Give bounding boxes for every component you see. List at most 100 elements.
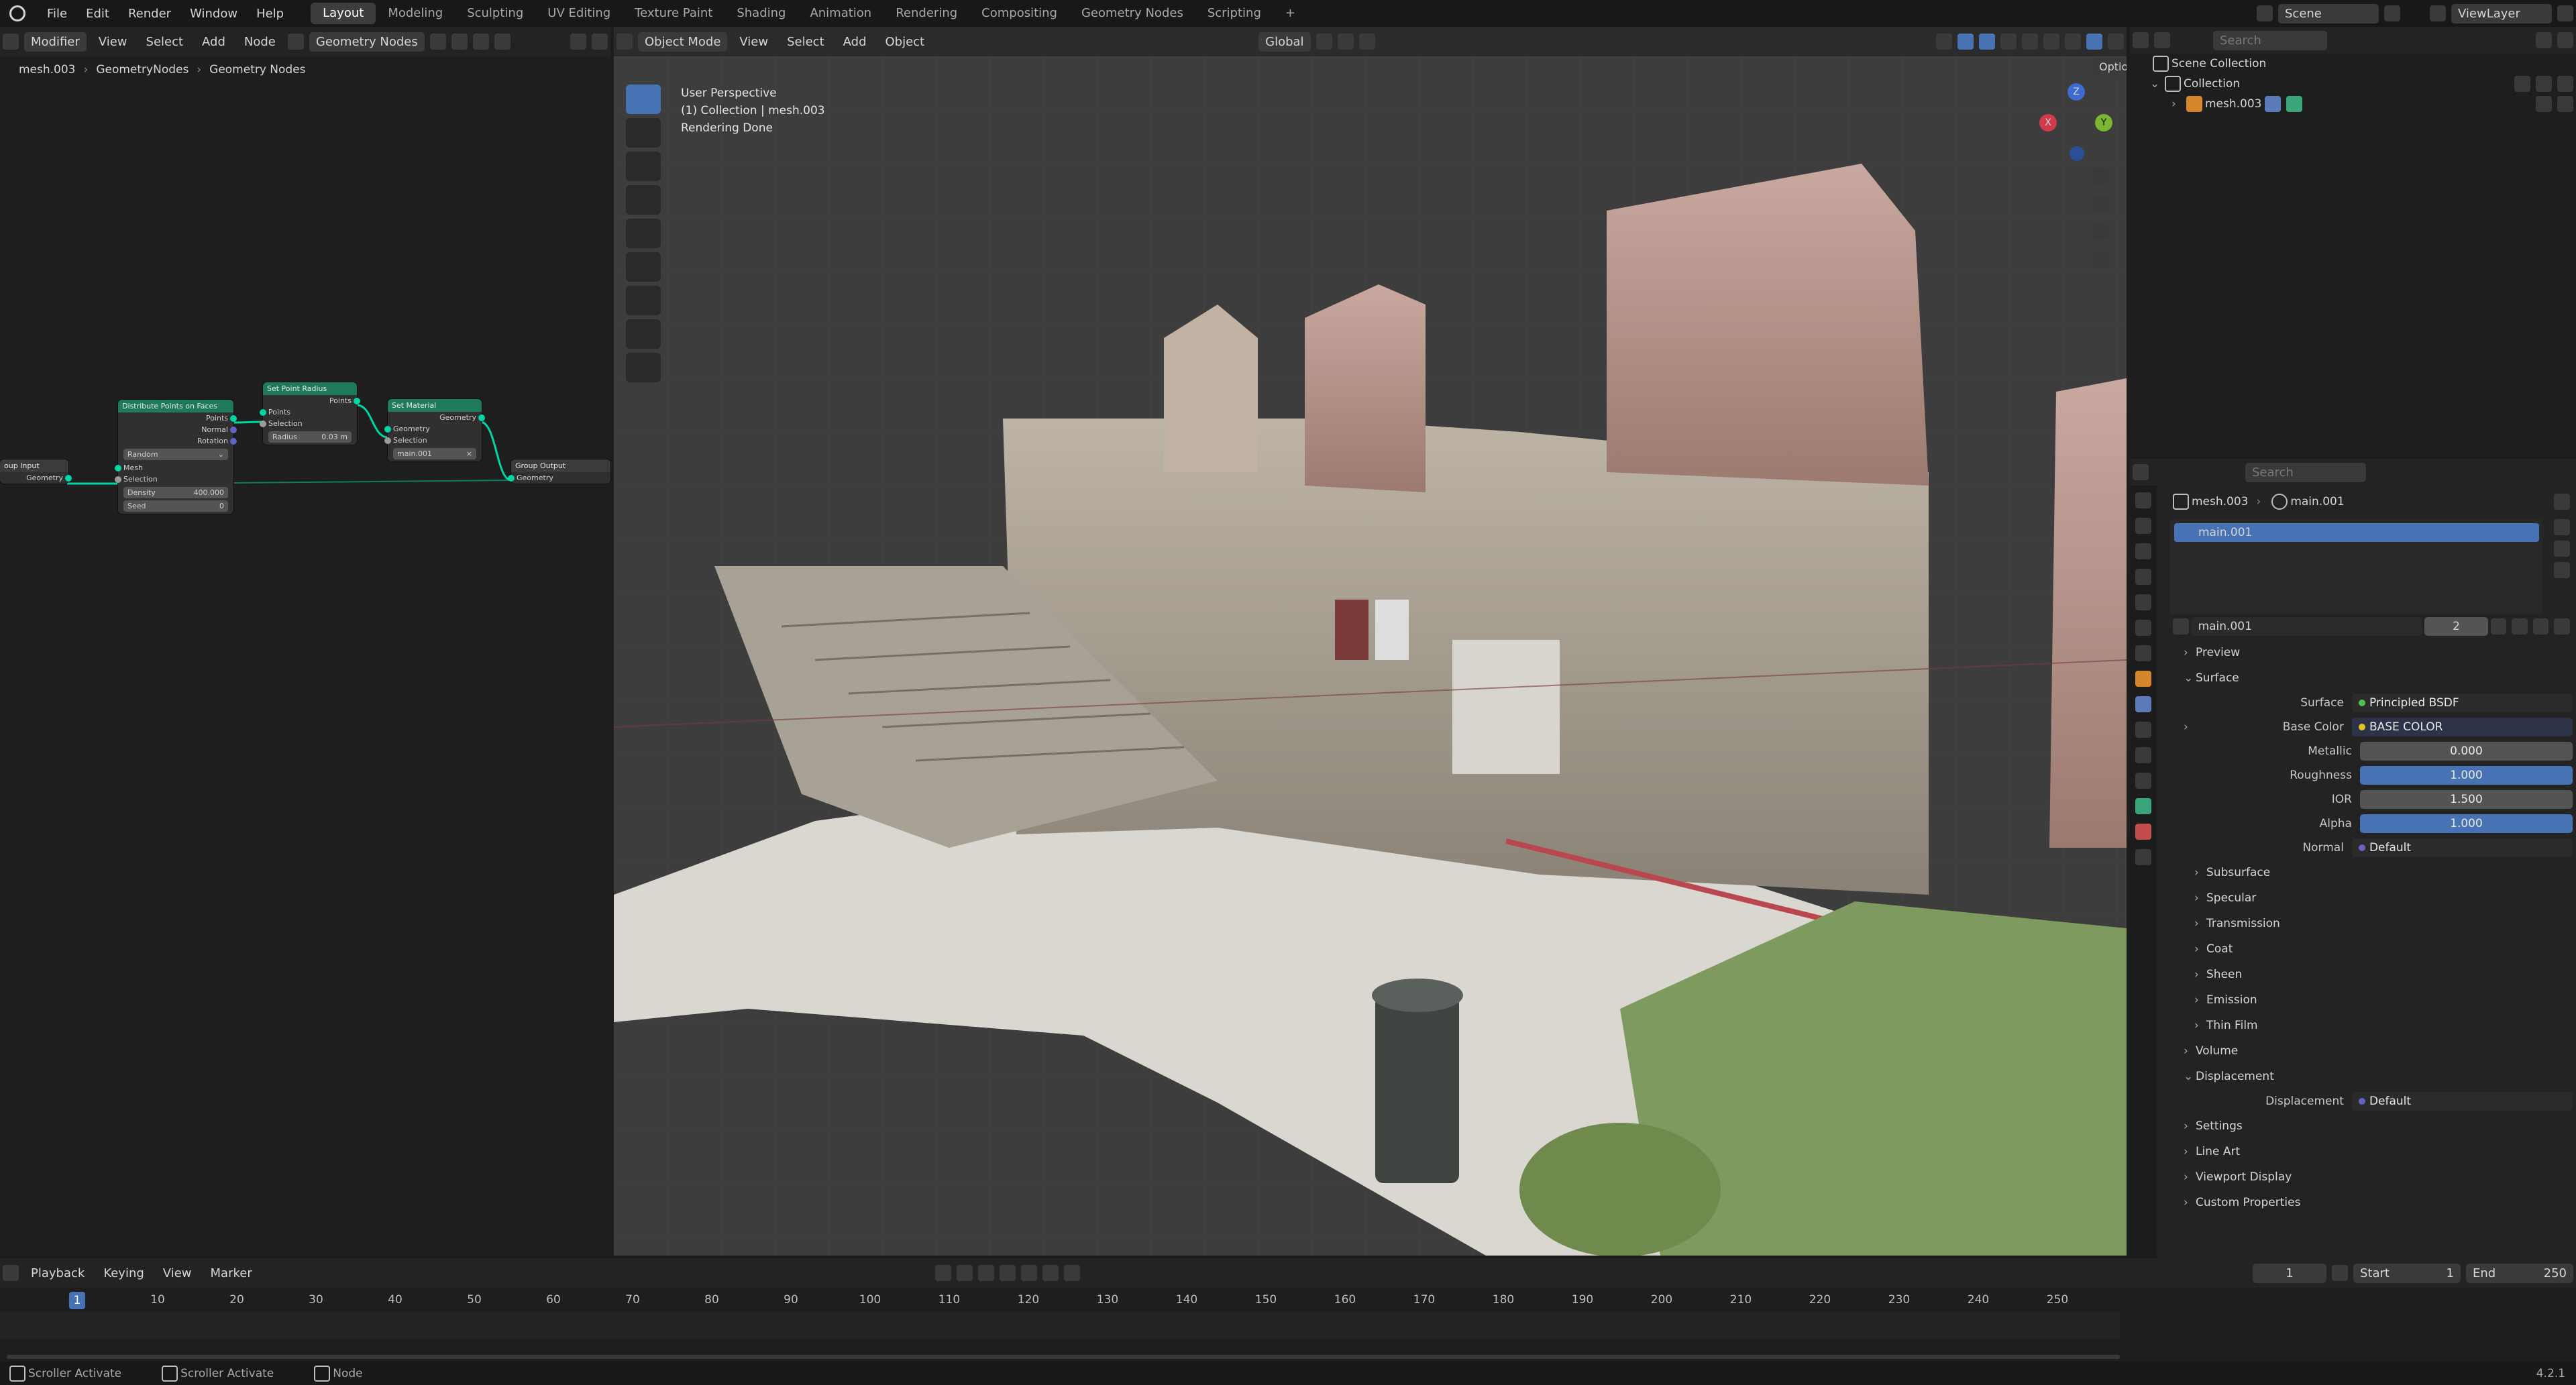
group-output-node[interactable]: Group Output Geometry [508, 459, 610, 484]
browse-material-icon[interactable] [2173, 618, 2189, 634]
frame-ruler[interactable]: 1 10 20 30 40 50 60 70 80 90 100 110 120 130 140 150 160… [0, 1290, 2130, 1311]
editor-type-icon[interactable] [2133, 464, 2149, 480]
xray-icon[interactable] [2000, 34, 2017, 50]
socket-points-out[interactable]: Points [118, 412, 237, 424]
menu-select[interactable]: Select [780, 32, 831, 52]
x-axis-icon[interactable]: X [2039, 114, 2057, 131]
surface-shader-field[interactable]: Principled BSDF [2351, 694, 2573, 712]
add-workspace-icon[interactable]: + [1273, 3, 1307, 24]
distribute-points-node[interactable]: Distribute Points on Faces Points Normal… [115, 400, 237, 514]
material-slot-list[interactable]: main.001 [2170, 519, 2543, 614]
panel-custom-properties[interactable]: › Custom Properties [2170, 1190, 2573, 1215]
panel-line-art[interactable]: › Line Art [2170, 1139, 2573, 1164]
editor-type-icon[interactable] [616, 34, 633, 50]
end-frame-field[interactable]: End 250 [2466, 1263, 2573, 1283]
panel-subsurface[interactable]: › Subsurface [2170, 860, 2573, 885]
socket-geometry-out[interactable]: Geometry [388, 412, 485, 423]
object-tab-icon[interactable] [2135, 671, 2151, 687]
constraints-tab-icon[interactable] [2135, 773, 2151, 789]
particles-tab-icon[interactable] [2135, 722, 2151, 738]
tab-uv-editing[interactable]: UV Editing [535, 3, 623, 24]
pause-render-icon[interactable] [2108, 34, 2124, 50]
overlay-toggle-icon[interactable] [1979, 34, 1995, 50]
checkbox-icon[interactable] [2514, 76, 2530, 92]
panel-sheen[interactable]: › Sheen [2170, 962, 2573, 987]
menu-playback[interactable]: Playback [24, 1264, 91, 1283]
panel-viewport-display[interactable]: › Viewport Display [2170, 1164, 2573, 1190]
group-input-node[interactable]: oup Input Geometry [0, 459, 72, 484]
new-scene-icon[interactable] [2384, 5, 2400, 21]
collection-tab-icon[interactable] [2135, 645, 2151, 661]
displacement-field[interactable]: Default [2351, 1092, 2573, 1111]
texture-tab-icon[interactable] [2135, 849, 2151, 865]
outliner-search-input[interactable]: Search [2213, 30, 2327, 50]
socket-points-out[interactable]: Points [263, 395, 360, 406]
add-cube-tool-icon[interactable] [626, 353, 661, 382]
properties-search-input[interactable]: Search [2245, 462, 2366, 482]
rendered-shading-icon[interactable] [2086, 34, 2102, 50]
tab-shading[interactable]: Shading [724, 3, 798, 24]
transform-orientation-dropdown[interactable]: Global [1258, 32, 1311, 52]
filter-icon[interactable] [2554, 618, 2570, 634]
scene-selector[interactable]: Scene [2278, 3, 2379, 23]
normal-field[interactable]: Default [2351, 838, 2573, 857]
scene-tab-icon[interactable] [2135, 594, 2151, 610]
menu-keying[interactable]: Keying [97, 1264, 150, 1283]
playhead-marker[interactable]: 1 [69, 1292, 85, 1309]
material-shading-icon[interactable] [2065, 34, 2081, 50]
menu-view[interactable]: View [733, 32, 775, 52]
density-field[interactable]: Density 400.000 [123, 487, 228, 498]
tab-modeling[interactable]: Modeling [376, 3, 455, 24]
menu-object[interactable]: Object [879, 32, 932, 52]
tab-rendering[interactable]: Rendering [883, 3, 969, 24]
panel-settings[interactable]: › Settings [2170, 1113, 2573, 1139]
set-material-node[interactable]: Set Material Geometry Geometry Selection… [384, 399, 485, 461]
snap-icon[interactable] [1337, 34, 1354, 50]
modifier-icon[interactable] [2264, 96, 2281, 112]
collection-row[interactable]: ⌄ Collection [2130, 74, 2576, 94]
3d-viewport[interactable]: Object Mode View Select Add Object Globa… [614, 27, 2127, 1256]
visibility-icon[interactable] [1936, 34, 1952, 50]
auto-key-icon[interactable] [934, 1265, 951, 1281]
pin-icon[interactable] [2554, 494, 2570, 510]
editor-type-icon[interactable] [3, 1265, 19, 1281]
object-row[interactable]: › mesh.003 [2130, 94, 2576, 114]
material-name-field[interactable]: main.001 [2191, 617, 2422, 636]
socket-selection-in[interactable]: Selection [115, 474, 233, 485]
unlink-material-icon[interactable] [2532, 618, 2549, 634]
jump-start-icon[interactable] [956, 1265, 973, 1281]
socket-rotation-out[interactable]: Rotation [118, 435, 237, 447]
distribute-mode-dropdown[interactable]: Random ⌄ [123, 449, 228, 460]
menu-render[interactable]: Render [119, 7, 180, 21]
select-tool-icon[interactable] [626, 85, 661, 114]
tab-layout[interactable]: Layout [311, 3, 376, 24]
camera-view-icon[interactable] [2092, 224, 2108, 240]
geometry-node-editor[interactable]: Modifier View Select Add Node Geometry N… [0, 27, 610, 1256]
ior-field[interactable]: 1.500 [2359, 790, 2573, 809]
material-tab-icon[interactable] [2135, 824, 2151, 840]
rotate-tool-icon[interactable] [626, 185, 661, 215]
eye-icon[interactable] [2536, 96, 2552, 112]
panel-thin-film[interactable]: › Thin Film [2170, 1013, 2573, 1038]
remove-slot-icon[interactable] [2554, 541, 2570, 557]
start-frame-field[interactable]: Start 1 [2353, 1263, 2461, 1283]
gizmo-toggle-icon[interactable] [1957, 34, 1974, 50]
panel-coat[interactable]: › Coat [2170, 936, 2573, 962]
panel-volume[interactable]: › Volume [2170, 1038, 2573, 1064]
timeline[interactable]: Playback Keying View Marker 1 Start 1 End… [0, 1258, 2576, 1362]
add-slot-icon[interactable] [2554, 519, 2570, 535]
menu-window[interactable]: Window [180, 7, 247, 21]
outliner[interactable]: Search Scene Collection ⌄ Collection › m… [2130, 27, 2576, 456]
scene-collection-row[interactable]: Scene Collection [2130, 54, 2576, 74]
tab-compositing[interactable]: Compositing [969, 3, 1069, 24]
menu-add[interactable]: Add [837, 32, 873, 52]
socket-mesh-in[interactable]: Mesh [115, 462, 233, 474]
fake-user-icon[interactable] [2490, 618, 2507, 634]
tab-texture-paint[interactable]: Texture Paint [623, 3, 724, 24]
metallic-slider[interactable]: 0.000 [2359, 742, 2573, 761]
roughness-slider[interactable]: 1.000 [2359, 766, 2573, 785]
new-collection-icon[interactable] [2557, 32, 2573, 48]
display-mode-icon[interactable] [2154, 32, 2170, 48]
panel-transmission[interactable]: › Transmission [2170, 911, 2573, 936]
menu-view[interactable]: View [156, 1264, 199, 1283]
